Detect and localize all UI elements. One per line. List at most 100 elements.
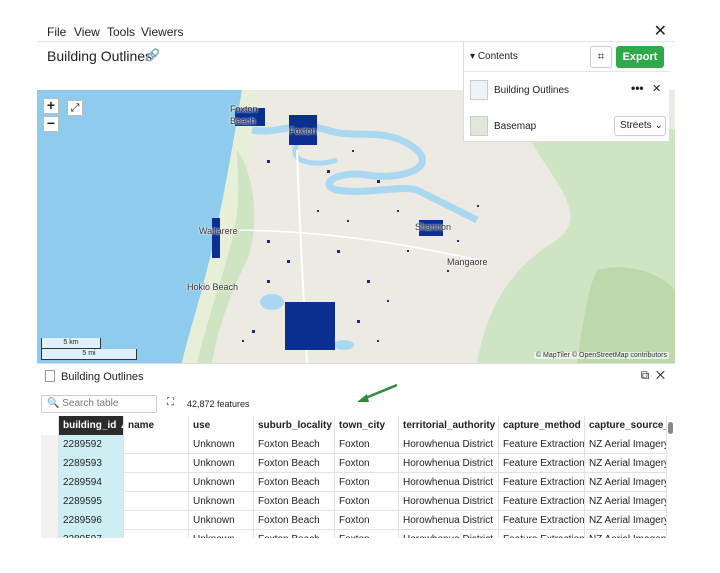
basemap-select[interactable]: Streets ⌄	[614, 116, 666, 136]
table-row[interactable]: 2289595 Unknown Foxton Beach Foxton Horo…	[41, 492, 667, 511]
map-label-waitarere: Waitarere	[199, 226, 238, 236]
column-header-town[interactable]: town_city	[335, 416, 399, 435]
vertical-scroll-thumb[interactable]	[668, 422, 673, 434]
chevron-down-icon: ⌄	[654, 120, 663, 131]
cell-building-id: 2289592	[59, 435, 124, 454]
table-row[interactable]: 2289597 Unknown Foxton Beach Foxton Horo…	[41, 530, 667, 538]
map-attribution[interactable]: © MapTiler © OpenStreetMap contributors	[533, 352, 669, 359]
cell-name	[124, 454, 189, 473]
map-label-beach: Beach	[230, 116, 256, 126]
column-header-suburb[interactable]: suburb_locality	[254, 416, 335, 435]
contents-label: Contents	[477, 51, 518, 62]
contents-header: ▾ Contents ⌗ Export	[464, 42, 670, 72]
column-header-name[interactable]: name	[124, 416, 189, 435]
close-table-icon[interactable]: ✕	[656, 368, 665, 382]
layer-row-basemap[interactable]: Basemap Streets ⌄	[464, 114, 670, 138]
cell-use: Unknown	[189, 492, 254, 511]
app-window: File View Tools Viewers ✕ Building Outli…	[37, 20, 675, 544]
cell-suburb: Foxton Beach	[254, 511, 335, 530]
cell-use: Unknown	[189, 454, 254, 473]
search-placeholder: Search table	[62, 398, 119, 409]
cell-building-id: 2289596	[59, 511, 124, 530]
link-icon[interactable]: 🔗	[145, 48, 160, 62]
menu-file[interactable]: File	[47, 25, 66, 39]
cell-capture-method: Feature Extraction	[499, 530, 585, 538]
contents-toggle[interactable]: ▾ Contents	[470, 51, 518, 62]
map-label-mangaore: Mangaore	[447, 257, 488, 267]
column-header-capture-method[interactable]: capture_method	[499, 416, 585, 435]
search-input[interactable]: 🔍 Search table	[41, 395, 157, 413]
zoom-to-features-icon[interactable]: ⛶	[167, 397, 174, 408]
cell-building-id: 2289594	[59, 473, 124, 492]
remove-layer-icon[interactable]: ✕	[652, 82, 661, 95]
row-selector[interactable]	[41, 492, 59, 511]
vertical-scrollbar[interactable]	[667, 416, 675, 538]
cell-use: Unknown	[189, 435, 254, 454]
fit-extent-icon[interactable]: ⤢	[67, 100, 83, 116]
cell-capture-source: NZ Aerial Imagery	[585, 454, 667, 473]
layer-name: Basemap	[494, 121, 537, 132]
menu-tools[interactable]: Tools	[107, 25, 135, 39]
cell-town: Foxton	[335, 435, 399, 454]
cell-authority: Horowhenua District	[399, 473, 499, 492]
map-label-foxton: Foxton	[289, 126, 317, 136]
row-selector[interactable]	[41, 473, 59, 492]
scattered-buildings	[242, 150, 479, 342]
table-row[interactable]: 2289594 Unknown Foxton Beach Foxton Horo…	[41, 473, 667, 492]
more-options-icon[interactable]: •••	[631, 81, 644, 95]
cell-authority: Horowhenua District	[399, 530, 499, 538]
cell-capture-source: NZ Aerial Imagery	[585, 435, 667, 454]
column-header-authority[interactable]: territorial_authority	[399, 416, 499, 435]
cell-town: Foxton	[335, 492, 399, 511]
cell-capture-source: NZ Aerial Imagery	[585, 511, 667, 530]
cell-name	[124, 492, 189, 511]
row-selector[interactable]	[41, 530, 59, 538]
cell-building-id: 2289593	[59, 454, 124, 473]
table-title: Building Outlines	[45, 370, 144, 383]
contents-panel: ▾ Contents ⌗ Export Building Outlines ••…	[463, 42, 670, 142]
basemap-thumbnail	[470, 116, 488, 136]
cell-use: Unknown	[189, 530, 254, 538]
table-row[interactable]: 2289596 Unknown Foxton Beach Foxton Horo…	[41, 511, 667, 530]
menu-bar: File View Tools Viewers ✕	[37, 20, 675, 42]
table-row[interactable]: 2289593 Unknown Foxton Beach Foxton Horo…	[41, 454, 667, 473]
layer-row-building-outlines[interactable]: Building Outlines ••• ✕	[464, 78, 670, 102]
river	[251, 123, 479, 224]
cell-name	[124, 511, 189, 530]
row-selector-header[interactable]	[41, 416, 59, 435]
basemap-select-value: Streets	[620, 120, 652, 131]
search-icon: 🔍	[47, 398, 60, 409]
layer-thumbnail	[470, 80, 488, 100]
table-window-controls: ⧉ ✕	[641, 368, 665, 383]
column-header-building-id[interactable]: building_id ▲	[59, 416, 124, 435]
cell-use: Unknown	[189, 473, 254, 492]
row-selector[interactable]	[41, 435, 59, 454]
row-selector[interactable]	[41, 511, 59, 530]
cell-capture-method: Feature Extraction	[499, 435, 585, 454]
cell-authority: Horowhenua District	[399, 492, 499, 511]
row-selector[interactable]	[41, 454, 59, 473]
menu-view[interactable]: View	[74, 25, 100, 39]
map-label-foxton-beach: Foxton	[230, 104, 258, 114]
cell-name	[124, 530, 189, 538]
cell-authority: Horowhenua District	[399, 454, 499, 473]
cell-suburb: Foxton Beach	[254, 435, 335, 454]
table-row[interactable]: 2289592 Unknown Foxton Beach Foxton Horo…	[41, 435, 667, 454]
column-header-capture-source[interactable]: capture_source_gr	[585, 416, 667, 435]
zoom-in-button[interactable]: +	[43, 98, 59, 114]
column-header-use[interactable]: use	[189, 416, 254, 435]
zoom-out-button[interactable]: −	[43, 116, 59, 132]
cell-capture-method: Feature Extraction	[499, 511, 585, 530]
popout-icon[interactable]: ⧉	[641, 368, 650, 382]
cell-town: Foxton	[335, 530, 399, 538]
lake	[260, 294, 284, 310]
menu-viewers[interactable]: Viewers	[141, 25, 183, 39]
close-window-icon[interactable]: ✕	[654, 21, 667, 41]
document-icon	[45, 370, 55, 382]
cell-name	[124, 435, 189, 454]
export-button[interactable]: Export	[616, 46, 664, 68]
cell-suburb: Foxton Beach	[254, 473, 335, 492]
cell-authority: Horowhenua District	[399, 511, 499, 530]
crop-button[interactable]: ⌗	[590, 46, 612, 68]
cell-capture-method: Feature Extraction	[499, 454, 585, 473]
